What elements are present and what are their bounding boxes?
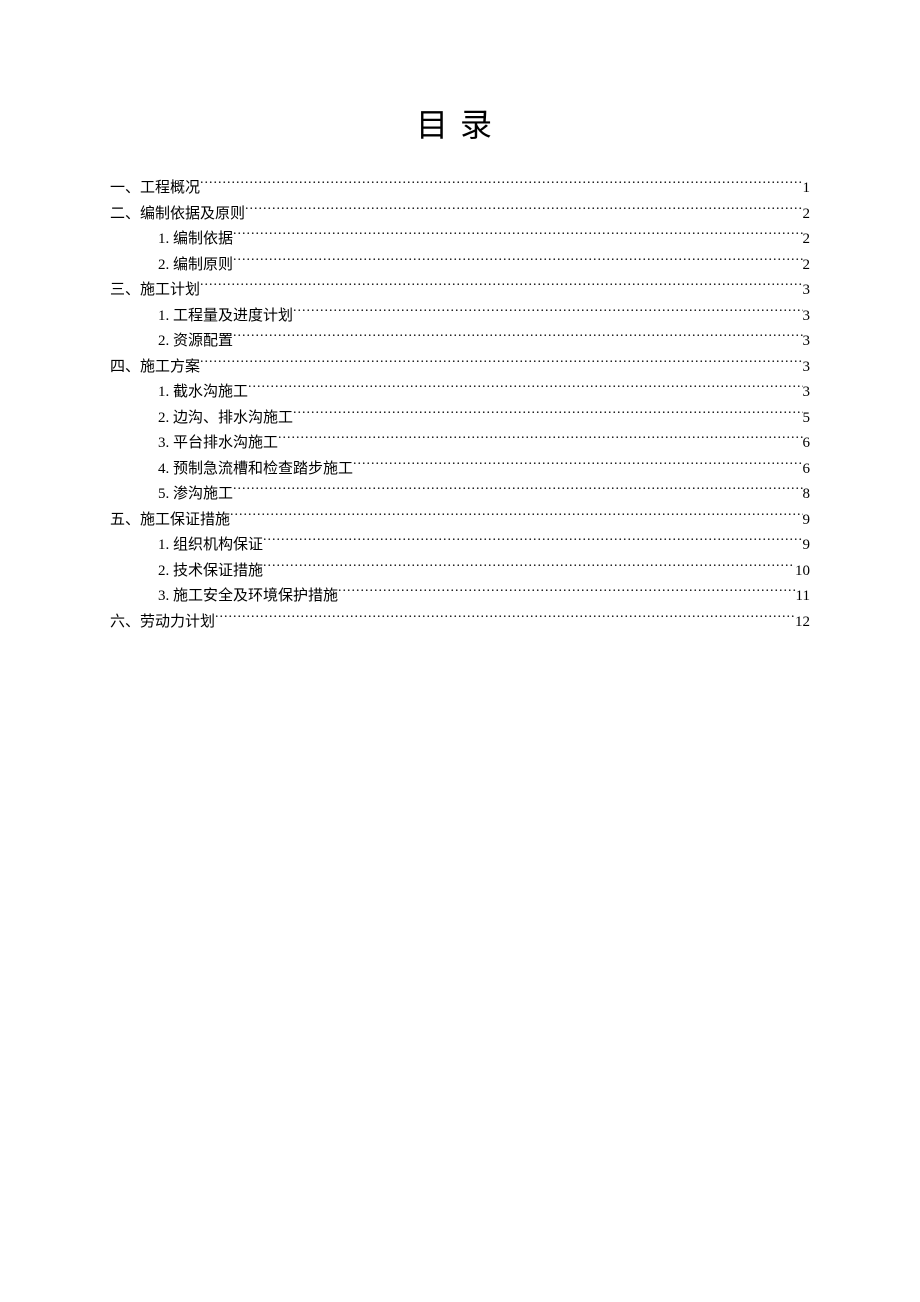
- toc-entry-page: 3: [803, 329, 811, 355]
- toc-entry-page: 9: [803, 533, 811, 559]
- toc-leader-dots: [338, 585, 796, 600]
- toc-container: 一、工程概况 1 二、编制依据及原则 2 1. 编制依据 2 2. 编制原则 2 三、施工计划 3…: [110, 176, 810, 635]
- toc-entry-page: 3: [803, 355, 811, 381]
- toc-leader-dots: [233, 254, 802, 269]
- toc-entry: 2. 编制原则 2: [110, 253, 810, 279]
- toc-entry: 1. 组织机构保证 9: [110, 533, 810, 559]
- toc-entry: 3. 平台排水沟施工 6: [110, 431, 810, 457]
- toc-entry-label: 2. 编制原则: [158, 253, 233, 279]
- toc-entry-label: 五、施工保证措施: [110, 508, 230, 534]
- toc-entry: 2. 资源配置 3: [110, 329, 810, 355]
- toc-entry: 六、劳动力计划 12: [110, 610, 810, 636]
- toc-entry: 四、施工方案 3: [110, 355, 810, 381]
- toc-leader-dots: [353, 458, 802, 473]
- toc-entry-page: 3: [803, 278, 811, 304]
- toc-entry-page: 2: [803, 202, 811, 228]
- toc-leader-dots: [278, 432, 802, 447]
- toc-entry-page: 2: [803, 253, 811, 279]
- toc-entry-page: 3: [803, 304, 811, 330]
- toc-entry-label: 1. 组织机构保证: [158, 533, 263, 559]
- toc-leader-dots: [263, 534, 802, 549]
- toc-title: 目录: [110, 100, 810, 146]
- toc-entry: 4. 预制急流槽和检查踏步施工 6: [110, 457, 810, 483]
- toc-leader-dots: [200, 279, 802, 294]
- toc-entry-label: 三、施工计划: [110, 278, 200, 304]
- toc-entry: 三、施工计划 3: [110, 278, 810, 304]
- toc-entry-page: 1: [803, 176, 811, 202]
- toc-entry: 二、编制依据及原则 2: [110, 202, 810, 228]
- toc-entry: 5. 渗沟施工 8: [110, 482, 810, 508]
- toc-entry-page: 2: [803, 227, 811, 253]
- toc-entry: 1. 截水沟施工 3: [110, 380, 810, 406]
- toc-entry: 3. 施工安全及环境保护措施 11: [110, 584, 810, 610]
- toc-entry-page: 10: [795, 559, 810, 585]
- toc-leader-dots: [233, 330, 802, 345]
- toc-entry-label: 4. 预制急流槽和检查踏步施工: [158, 457, 353, 483]
- toc-leader-dots: [263, 560, 795, 575]
- toc-entry-page: 11: [796, 584, 810, 610]
- toc-leader-dots: [215, 611, 795, 626]
- toc-entry-label: 2. 资源配置: [158, 329, 233, 355]
- toc-leader-dots: [293, 305, 802, 320]
- toc-entry-label: 二、编制依据及原则: [110, 202, 245, 228]
- toc-entry-label: 1. 工程量及进度计划: [158, 304, 293, 330]
- toc-entry-label: 一、工程概况: [110, 176, 200, 202]
- toc-entry-page: 3: [803, 380, 811, 406]
- toc-entry-label: 六、劳动力计划: [110, 610, 215, 636]
- toc-entry-label: 1. 编制依据: [158, 227, 233, 253]
- toc-entry: 2. 边沟、排水沟施工 5: [110, 406, 810, 432]
- toc-entry-page: 12: [795, 610, 810, 636]
- toc-entry: 1. 工程量及进度计划 3: [110, 304, 810, 330]
- toc-leader-dots: [230, 509, 802, 524]
- toc-entry-label: 四、施工方案: [110, 355, 200, 381]
- toc-entry: 1. 编制依据 2: [110, 227, 810, 253]
- toc-entry: 一、工程概况 1: [110, 176, 810, 202]
- toc-leader-dots: [245, 203, 802, 218]
- toc-entry-label: 5. 渗沟施工: [158, 482, 233, 508]
- toc-leader-dots: [200, 356, 802, 371]
- toc-entry-label: 1. 截水沟施工: [158, 380, 248, 406]
- toc-entry: 2. 技术保证措施 10: [110, 559, 810, 585]
- toc-leader-dots: [200, 177, 802, 192]
- toc-entry-page: 8: [803, 482, 811, 508]
- toc-entry-page: 9: [803, 508, 811, 534]
- toc-leader-dots: [233, 228, 802, 243]
- toc-entry-page: 5: [803, 406, 811, 432]
- toc-leader-dots: [293, 407, 802, 422]
- toc-leader-dots: [248, 381, 802, 396]
- toc-entry-label: 3. 平台排水沟施工: [158, 431, 278, 457]
- toc-leader-dots: [233, 483, 802, 498]
- toc-entry-label: 2. 边沟、排水沟施工: [158, 406, 293, 432]
- toc-entry-page: 6: [803, 431, 811, 457]
- toc-entry: 五、施工保证措施 9: [110, 508, 810, 534]
- toc-entry-page: 6: [803, 457, 811, 483]
- toc-entry-label: 3. 施工安全及环境保护措施: [158, 584, 338, 610]
- toc-entry-label: 2. 技术保证措施: [158, 559, 263, 585]
